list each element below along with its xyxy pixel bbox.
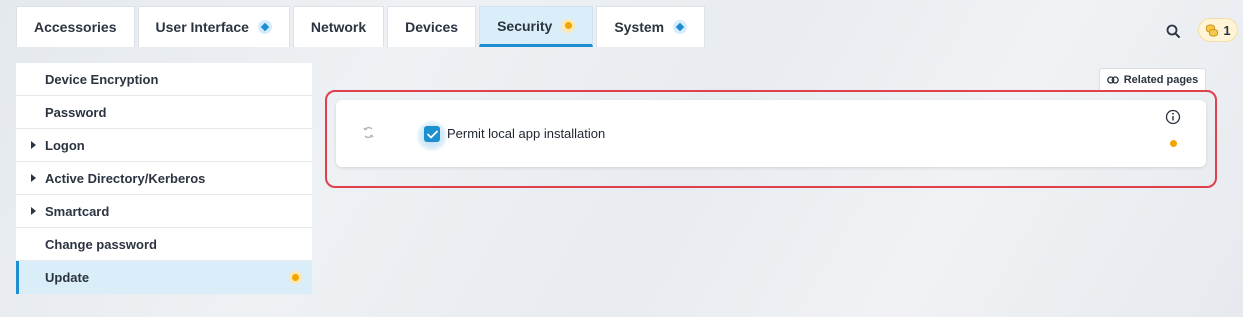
modified-dot-icon bbox=[561, 18, 576, 33]
search-button[interactable] bbox=[1164, 22, 1184, 42]
tab-label: Security bbox=[497, 17, 553, 34]
notification-badge[interactable]: 1 bbox=[1198, 18, 1238, 42]
tab-system[interactable]: System bbox=[596, 6, 706, 47]
related-pages-label: Related pages bbox=[1123, 74, 1199, 86]
tab-accessories[interactable]: Accessories bbox=[16, 6, 135, 47]
coins-icon bbox=[1206, 24, 1219, 37]
modified-dot-icon bbox=[289, 271, 302, 284]
tab-label: Devices bbox=[405, 19, 459, 35]
info-icon[interactable] bbox=[1165, 109, 1181, 125]
sidebar-item-label: Logon bbox=[45, 137, 85, 153]
tab-label: System bbox=[614, 19, 665, 35]
sidebar-item-label: Smartcard bbox=[45, 203, 110, 219]
link-icon bbox=[1106, 76, 1119, 84]
checkmark-icon bbox=[426, 130, 438, 138]
tab-devices[interactable]: Devices bbox=[387, 6, 477, 47]
search-icon bbox=[1166, 24, 1180, 38]
diamond-badge-icon bbox=[257, 20, 272, 34]
reset-icon[interactable] bbox=[362, 126, 375, 139]
diamond-badge-icon bbox=[673, 20, 688, 34]
caret-right-icon bbox=[31, 141, 36, 149]
setting-card: Permit local app installation bbox=[336, 100, 1206, 167]
sidebar-item-update[interactable]: Update bbox=[16, 261, 312, 294]
notification-count: 1 bbox=[1223, 22, 1231, 38]
caret-right-icon bbox=[31, 207, 36, 215]
sidebar-item-change-password[interactable]: Change password bbox=[16, 228, 312, 261]
sidebar-item-label: Password bbox=[45, 104, 107, 120]
sidebar-item-device-encryption[interactable]: Device Encryption bbox=[16, 63, 312, 96]
sidebar-item-label: Update bbox=[45, 270, 90, 285]
sidebar-item-label: Device Encryption bbox=[45, 71, 159, 87]
tab-label: Network bbox=[310, 19, 367, 35]
sidebar-item-logon[interactable]: Logon bbox=[16, 129, 312, 162]
sidebar-item-label: Change password bbox=[45, 236, 157, 252]
tab-user-interface[interactable]: User Interface bbox=[137, 6, 290, 47]
caret-right-icon bbox=[31, 174, 36, 182]
sidebar-item-smartcard[interactable]: Smartcard bbox=[16, 195, 312, 228]
sidebar-nav: Device Encryption Password Logon Active … bbox=[16, 63, 312, 294]
setting-label[interactable]: Permit local app installation bbox=[447, 126, 605, 141]
tab-label: Accessories bbox=[34, 19, 117, 35]
sidebar-item-label: Active Directory/Kerberos bbox=[45, 170, 206, 186]
tab-network[interactable]: Network bbox=[292, 6, 385, 47]
sidebar-item-active-directory[interactable]: Active Directory/Kerberos bbox=[16, 162, 312, 195]
category-tabs: Accessories User Interface Network Devic… bbox=[16, 6, 706, 47]
sidebar-item-password[interactable]: Password bbox=[16, 96, 312, 129]
tab-security[interactable]: Security bbox=[479, 6, 594, 47]
modified-dot-icon bbox=[1170, 140, 1177, 147]
tab-label: User Interface bbox=[155, 19, 249, 35]
permit-local-app-checkbox[interactable] bbox=[424, 126, 440, 142]
related-pages-button[interactable]: Related pages bbox=[1099, 68, 1206, 92]
